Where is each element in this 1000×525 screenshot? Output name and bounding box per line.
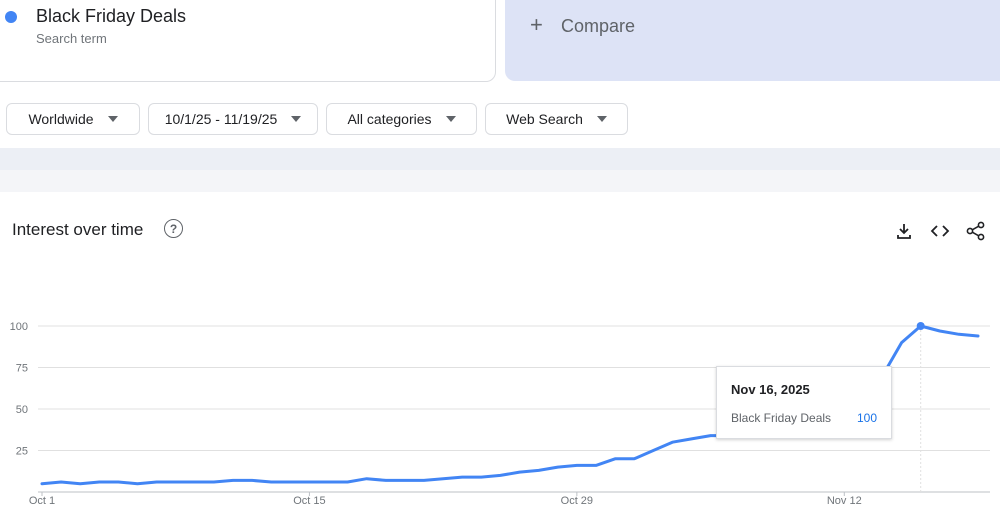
embed-code-icon[interactable] <box>929 220 951 242</box>
highlighted-data-point <box>916 322 925 330</box>
compare-label: Compare <box>561 16 636 36</box>
date-range-filter[interactable]: 10/1/25 - 11/19/25 <box>148 103 318 135</box>
divider-band <box>0 148 1000 170</box>
search-type-filter[interactable]: Web Search <box>485 103 628 135</box>
share-icon[interactable] <box>965 220 987 242</box>
x-tick-label: Oct 15 <box>293 495 325 507</box>
filter-bar: Worldwide 10/1/25 - 11/19/25 All categor… <box>0 93 1000 148</box>
trends-page: Black Friday Deals Search term + Compare… <box>0 0 1000 525</box>
x-tick-label: Oct 1 <box>29 495 55 507</box>
chart-tooltip: Nov 16, 2025 Black Friday Deals 100 <box>716 366 892 439</box>
location-filter[interactable]: Worldwide <box>6 103 140 135</box>
tooltip-series-name: Black Friday Deals <box>731 411 832 425</box>
chevron-down-icon <box>596 116 607 122</box>
y-tick-label: 50 <box>16 404 28 416</box>
plus-icon: + <box>530 12 543 37</box>
x-tick-label: Oct 29 <box>561 495 593 507</box>
category-filter-label: All categories <box>347 111 432 127</box>
divider-band <box>0 170 1000 192</box>
y-tick-label: 75 <box>16 363 28 375</box>
search-type-filter-label: Web Search <box>506 111 583 127</box>
download-icon[interactable] <box>893 220 915 242</box>
tooltip-date: Nov 16, 2025 <box>731 382 810 397</box>
search-term-subtitle: Search term <box>36 31 107 46</box>
date-range-filter-label: 10/1/25 - 11/19/25 <box>164 111 278 127</box>
location-filter-label: Worldwide <box>28 111 94 127</box>
search-term-card[interactable]: Black Friday Deals Search term <box>0 0 496 82</box>
y-tick-label: 25 <box>16 446 28 458</box>
tooltip-value: 100 <box>856 411 877 425</box>
help-circle-icon[interactable]: ? <box>164 219 183 238</box>
x-tick-label: Nov 12 <box>827 495 862 507</box>
chevron-down-icon <box>107 116 118 122</box>
chevron-down-icon <box>291 116 302 122</box>
search-term-name[interactable]: Black Friday Deals <box>36 6 186 27</box>
panel-title: Interest over time <box>12 220 144 239</box>
category-filter[interactable]: All categories <box>326 103 477 135</box>
chevron-down-icon <box>445 116 456 122</box>
series-color-dot <box>5 11 17 23</box>
compare-button[interactable]: + Compare <box>505 0 1000 81</box>
y-tick-label: 100 <box>10 321 28 333</box>
